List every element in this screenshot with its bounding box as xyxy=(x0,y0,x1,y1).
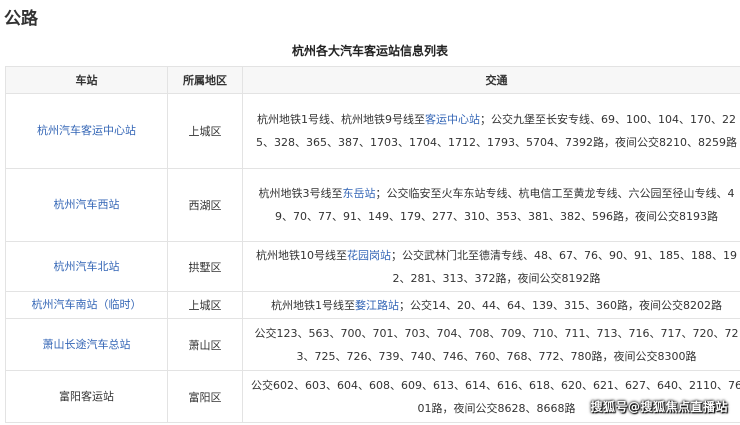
transport-text: ；公交武林门北至德清专线、48、67、76、90、91、185、188、192、… xyxy=(391,248,737,285)
district-cell: 西湖区 xyxy=(167,168,243,242)
table-header-row: 车站 所属地区 交通 xyxy=(5,66,740,94)
station-name-link[interactable]: 富阳客运站 xyxy=(5,370,168,423)
station-name-link[interactable]: 杭州汽车客运中心站 xyxy=(5,93,168,169)
transport-text: 公交123、563、700、701、703、704、708、709、710、71… xyxy=(254,326,739,363)
table-row: 萧山长途汽车总站 萧山区 公交123、563、700、701、703、704、7… xyxy=(5,318,740,371)
table-row: 杭州汽车南站（临时） 上城区 杭州地铁1号线至婺江路站；公交14、20、44、6… xyxy=(5,291,740,319)
header-station: 车站 xyxy=(5,66,168,94)
header-transport: 交通 xyxy=(242,66,740,94)
transport-cell: 杭州地铁3号线至东岳站；公交临安至火车东站专线、杭电信工至黄龙专线、六公园至径山… xyxy=(242,168,740,242)
transport-cell: 杭州地铁1号线至婺江路站；公交14、20、44、64、139、315、360路，… xyxy=(242,291,740,319)
transport-text: ；公交14、20、44、64、139、315、360路，夜间公交8202路 xyxy=(399,298,722,312)
transport-text: 杭州地铁10号线至 xyxy=(256,248,347,262)
station-name-link[interactable]: 杭州汽车北站 xyxy=(5,241,168,292)
header-district: 所属地区 xyxy=(167,66,243,94)
transport-cell: 公交123、563、700、701、703、704、708、709、710、71… xyxy=(242,318,740,371)
transport-station-link[interactable]: 婺江路站 xyxy=(355,299,399,312)
district-cell: 萧山区 xyxy=(167,318,243,371)
station-name-link[interactable]: 杭州汽车西站 xyxy=(5,168,168,242)
district-cell: 富阳区 xyxy=(167,370,243,423)
table-row: 杭州汽车北站 拱墅区 杭州地铁10号线至花园岗站；公交武林门北至德清专线、48、… xyxy=(5,241,740,292)
transport-text: 杭州地铁1号线至 xyxy=(271,298,356,312)
district-cell: 上城区 xyxy=(167,93,243,169)
table-row: 杭州汽车客运中心站 上城区 杭州地铁1号线、杭州地铁9号线至客运中心站；公交九堡… xyxy=(5,93,740,169)
station-info-table: 车站 所属地区 交通 杭州汽车客运中心站 上城区 杭州地铁1号线、杭州地铁9号线… xyxy=(5,66,740,423)
section-heading: 公路 xyxy=(4,9,38,29)
station-name-link[interactable]: 萧山长途汽车总站 xyxy=(5,318,168,371)
transport-station-link[interactable]: 客运中心站 xyxy=(425,113,480,126)
transport-station-link[interactable]: 花园岗站 xyxy=(347,249,391,262)
transport-text: 杭州地铁3号线至 xyxy=(258,187,343,200)
transport-cell: 杭州地铁1号线、杭州地铁9号线至客运中心站；公交九堡至长安专线、69、100、1… xyxy=(242,93,740,169)
district-cell: 拱墅区 xyxy=(167,241,243,292)
station-name-link[interactable]: 杭州汽车南站（临时） xyxy=(5,291,168,319)
transport-station-link[interactable]: 东岳站 xyxy=(343,187,376,200)
watermark: 搜狐号@搜狐焦点直播站 xyxy=(590,400,728,414)
table-caption: 杭州各大汽车客运站信息列表 xyxy=(291,44,448,58)
table-row: 杭州汽车西站 西湖区 杭州地铁3号线至东岳站；公交临安至火车东站专线、杭电信工至… xyxy=(5,168,740,242)
transport-cell: 杭州地铁10号线至花园岗站；公交武林门北至德清专线、48、67、76、90、91… xyxy=(242,241,740,292)
district-cell: 上城区 xyxy=(167,291,243,319)
transport-text: 杭州地铁1号线、杭州地铁9号线至 xyxy=(257,113,425,126)
